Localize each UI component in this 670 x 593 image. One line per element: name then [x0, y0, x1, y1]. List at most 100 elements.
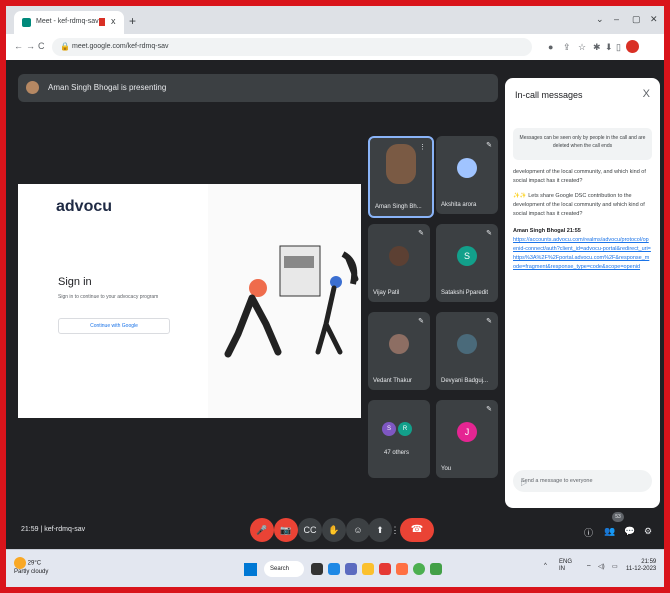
volume-icon[interactable]: ◁)	[598, 563, 605, 570]
participant-avatar	[389, 334, 409, 354]
meeting-time: 21:59 | kef-rdmq-sav	[21, 526, 85, 533]
windows-taskbar: 29°C Partly cloudy Search ^ ENG IN ⌔ ◁) …	[6, 549, 664, 587]
tab-search-icon[interactable]: ⌄	[596, 14, 604, 25]
meeting-info-icon[interactable]: ⓘ	[584, 526, 593, 539]
maximize-button[interactable]: ▢	[632, 14, 641, 25]
app-icon[interactable]	[396, 563, 408, 575]
panel-title: In-call messages	[515, 90, 583, 100]
raise-hand-button[interactable]: ✋	[322, 518, 346, 542]
battery-icon[interactable]: ▭	[612, 563, 618, 570]
extensions-icon[interactable]: ✱	[593, 42, 601, 53]
self-tile[interactable]: J ✎ You	[436, 400, 498, 478]
chat-input[interactable]: Send a message to everyone ▷	[513, 470, 652, 492]
separator: |	[40, 526, 43, 533]
others-avatar: S	[382, 422, 396, 436]
close-window-button[interactable]: ✕	[650, 14, 658, 25]
chat-icon[interactable]: 💬	[624, 526, 635, 537]
tray-overflow-icon[interactable]: ^	[544, 563, 547, 569]
people-icon[interactable]: 👥	[604, 526, 615, 537]
profile-avatar[interactable]	[626, 40, 639, 53]
teams-icon[interactable]	[345, 563, 357, 575]
participant-tile[interactable]: ✎ Devyani Badguj...	[436, 312, 498, 390]
windows-start-icon[interactable]	[244, 563, 257, 576]
chat-notice: Messages can be seen only by people in t…	[513, 128, 652, 160]
meet-favicon-icon	[22, 18, 31, 27]
present-button[interactable]: ⬆	[368, 518, 392, 542]
participant-name: Vedant Thakur	[373, 378, 412, 384]
chat-message: development of the local community, and …	[513, 169, 646, 184]
minimize-button[interactable]: –	[614, 14, 619, 24]
mic-off-icon: ✎	[418, 230, 424, 237]
weather-icon	[14, 557, 26, 569]
participant-avatar: S	[457, 246, 477, 266]
participant-avatar	[457, 334, 477, 354]
presenter-avatar	[26, 81, 39, 94]
weather-desc: Partly cloudy	[14, 569, 49, 575]
signin-illustration	[208, 184, 361, 418]
clock[interactable]: 21:59 11-12-2023	[626, 559, 656, 573]
reload-button[interactable]: C	[38, 41, 45, 51]
new-tab-button[interactable]: +	[129, 14, 136, 28]
people-illustration	[224, 245, 359, 358]
captions-button[interactable]: CC	[298, 518, 322, 542]
participant-name: Satakshi Pparedit	[441, 290, 489, 296]
shared-screen: advocu Sign in Sign in to continue to yo…	[18, 184, 361, 418]
chat-message: ✨✨ Lets share Google DSC contribution to…	[513, 193, 645, 217]
presenting-banner: Aman Singh Bhogal is presenting	[18, 74, 498, 102]
participant-tile[interactable]: S ✎ Satakshi Pparedit	[436, 224, 498, 302]
forward-button[interactable]: →	[26, 41, 35, 51]
language-indicator[interactable]: ENG IN	[559, 559, 572, 573]
self-avatar: J	[457, 422, 477, 442]
address-bar[interactable]: 🔒 meet.google.com/kef-rdmq-sav	[52, 38, 532, 56]
address-toolbar: ← → C 🔒 meet.google.com/kef-rdmq-sav ● ⇪…	[6, 34, 664, 61]
others-count: 47 others	[384, 450, 410, 456]
weather-widget[interactable]: 29°C Partly cloudy	[14, 557, 48, 575]
url-text: meet.google.com/kef-rdmq-sav	[72, 43, 169, 50]
message-sender: Aman Singh Bhogal 21:55	[513, 228, 581, 234]
back-button[interactable]: ←	[14, 41, 23, 51]
participant-tile[interactable]: ✎ Vedant Thakur	[368, 312, 430, 390]
download-icon[interactable]: ⬇	[605, 42, 613, 53]
store-icon[interactable]	[430, 563, 442, 575]
clock-text: 21:59	[21, 526, 39, 533]
bookmark-star-icon[interactable]: ☆	[578, 42, 586, 53]
taskview-icon[interactable]	[311, 563, 323, 575]
end-call-button[interactable]: ☎	[400, 518, 434, 542]
meet-stage: Aman Singh Bhogal is presenting advocu S…	[6, 60, 664, 587]
camera-in-use-icon[interactable]: ●	[548, 42, 553, 52]
file-explorer-icon[interactable]	[328, 563, 340, 575]
reactions-button[interactable]: ☺	[346, 518, 370, 542]
close-icon[interactable]: X	[643, 88, 650, 100]
participant-avatar	[457, 158, 477, 178]
mic-toggle-button[interactable]: 🎤	[250, 518, 274, 542]
folder-icon[interactable]	[362, 563, 374, 575]
office-icon[interactable]	[379, 563, 391, 575]
chrome-icon[interactable]	[413, 563, 425, 575]
participant-name: Devyani Badguj...	[441, 378, 489, 384]
participant-tile[interactable]: ✎ Akshita arora	[436, 136, 498, 214]
taskbar-search[interactable]: Search	[264, 561, 304, 577]
mic-off-icon: ✎	[486, 406, 492, 413]
chat-link[interactable]: https://accounts.advocu.com/realms/advoc…	[513, 236, 651, 272]
people-count-badge: 53	[612, 512, 624, 522]
mic-off-icon: ✎	[418, 318, 424, 325]
send-icon[interactable]: ▷	[521, 478, 644, 487]
speaking-indicator-icon: ⋮	[419, 144, 426, 151]
more-options-button[interactable]: ⋮	[390, 518, 400, 542]
tab-close-icon[interactable]: x	[111, 16, 116, 26]
participant-name: Akshita arora	[441, 202, 477, 208]
wifi-icon[interactable]: ⌔	[586, 563, 592, 571]
browser-tab[interactable]: Meet - kef-rdmq-sav x	[14, 11, 124, 34]
participant-tile[interactable]: ⋮ Aman Singh Bh...	[368, 136, 434, 218]
sign-in-subtext: Sign in to continue to your advocacy pro…	[58, 294, 159, 300]
others-tile[interactable]: S R 47 others	[368, 400, 430, 478]
camera-toggle-button[interactable]: 📷	[274, 518, 298, 542]
in-call-messages-panel: In-call messages X Messages can be seen …	[505, 78, 660, 508]
clock-time: 21:59	[641, 559, 657, 565]
chat-messages: development of the local community, and …	[513, 168, 651, 438]
share-icon[interactable]: ⇪	[563, 42, 571, 53]
activities-icon[interactable]: ⚙	[644, 526, 652, 537]
advocu-logo: advocu	[56, 198, 113, 215]
participant-tile[interactable]: ✎ Vijay Patil	[368, 224, 430, 302]
side-panel-icon[interactable]: ▯	[616, 42, 621, 53]
